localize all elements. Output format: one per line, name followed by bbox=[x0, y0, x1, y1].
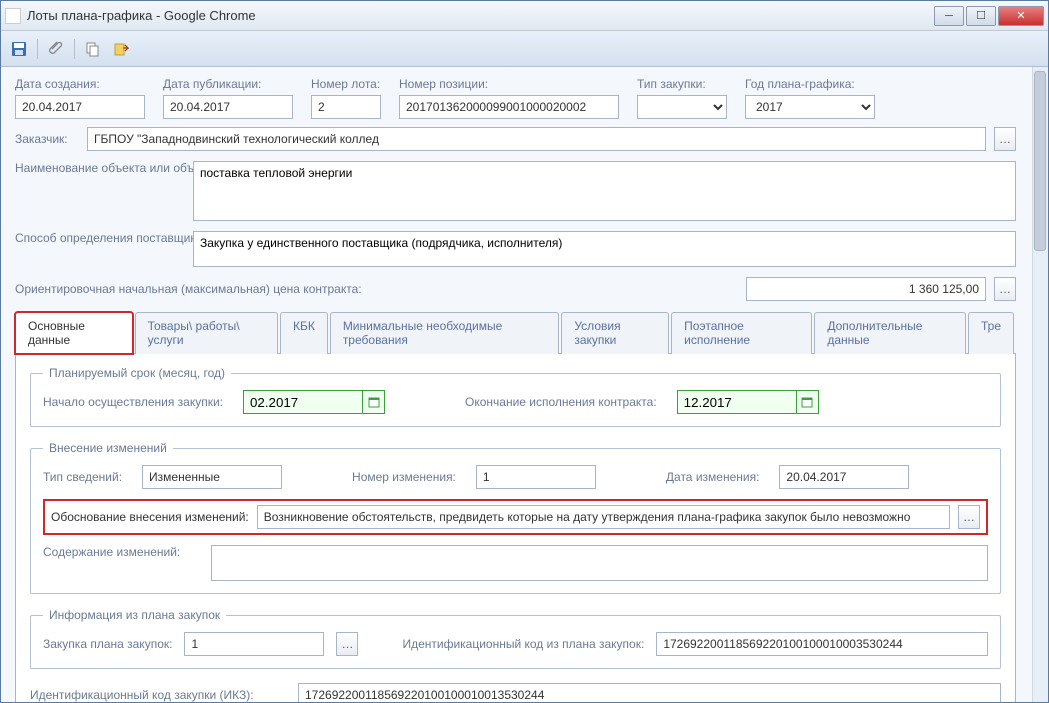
date-created-input[interactable] bbox=[15, 95, 145, 119]
titlebar: Лоты плана-графика - Google Chrome ─ ☐ ✕ bbox=[1, 1, 1048, 31]
export-icon[interactable] bbox=[111, 39, 131, 59]
contract-price-input[interactable] bbox=[746, 277, 986, 301]
scroll-thumb[interactable] bbox=[1034, 71, 1046, 251]
content-area: Дата создания: Дата публикации: Номер ло… bbox=[1, 67, 1048, 702]
ikz-input[interactable] bbox=[298, 683, 1001, 702]
maximize-button[interactable]: ☐ bbox=[966, 6, 996, 26]
ikz-label: Идентификационный код закупки (ИКЗ): bbox=[30, 688, 290, 702]
plan-info-group: Информация из плана закупок Закупка план… bbox=[30, 608, 1001, 669]
position-number-label: Номер позиции: bbox=[399, 77, 619, 91]
contract-price-button[interactable]: … bbox=[994, 277, 1016, 301]
change-date-input[interactable] bbox=[779, 465, 909, 489]
plan-id-code-input[interactable] bbox=[656, 632, 988, 656]
change-date-label: Дата изменения: bbox=[666, 470, 760, 484]
lot-number-input[interactable] bbox=[311, 95, 381, 119]
tab-phased[interactable]: Поэтапное исполнение bbox=[671, 312, 812, 354]
customer-lookup-button[interactable]: … bbox=[994, 127, 1016, 151]
change-type-input[interactable] bbox=[142, 465, 282, 489]
purchase-type-select[interactable] bbox=[637, 95, 727, 119]
scrollbar[interactable] bbox=[1032, 67, 1048, 702]
start-calendar-icon[interactable] bbox=[363, 390, 385, 414]
content-label: Содержание изменений: bbox=[43, 545, 203, 559]
attach-icon[interactable] bbox=[46, 39, 66, 59]
planned-legend: Планируемый срок (месяц, год) bbox=[43, 366, 231, 380]
contract-price-label: Ориентировочная начальная (максимальная)… bbox=[15, 282, 362, 296]
date-published-input[interactable] bbox=[163, 95, 293, 119]
toolbar bbox=[1, 31, 1048, 67]
customer-label: Заказчик: bbox=[15, 132, 79, 146]
minimize-button[interactable]: ─ bbox=[934, 6, 964, 26]
plan-purchase-lookup-button[interactable]: … bbox=[336, 632, 358, 656]
tabs: Основные данные Товары\ работы\ услуги К… bbox=[15, 311, 1016, 354]
plan-id-code-label: Идентификационный код из плана закупок: bbox=[402, 637, 644, 651]
tab-kbk[interactable]: КБК bbox=[280, 312, 328, 354]
date-created-label: Дата создания: bbox=[15, 77, 145, 91]
tab-tre[interactable]: Тре bbox=[968, 312, 1014, 354]
changes-group: Внесение изменений Тип сведений: Номер и… bbox=[30, 441, 1001, 594]
reason-label: Обоснование внесения изменений: bbox=[51, 510, 249, 524]
plan-purchase-label: Закупка плана закупок: bbox=[43, 637, 172, 651]
tab-main-data[interactable]: Основные данные bbox=[15, 312, 133, 354]
copy-icon[interactable] bbox=[83, 39, 103, 59]
change-number-label: Номер изменения: bbox=[352, 470, 456, 484]
customer-input[interactable] bbox=[87, 127, 986, 151]
reason-input[interactable] bbox=[257, 505, 950, 529]
planned-period-group: Планируемый срок (месяц, год) Начало осу… bbox=[30, 366, 1001, 427]
object-textarea[interactable]: поставка тепловой энергии bbox=[193, 161, 1016, 221]
tab-goods[interactable]: Товары\ работы\ услуги bbox=[135, 312, 278, 354]
page-favicon bbox=[5, 8, 21, 24]
tab-body: Планируемый срок (месяц, год) Начало осу… bbox=[15, 354, 1016, 702]
start-label: Начало осуществления закупки: bbox=[43, 395, 223, 409]
content-textarea[interactable] bbox=[211, 545, 988, 581]
end-label: Окончание исполнения контракта: bbox=[465, 395, 657, 409]
tab-min-req[interactable]: Минимальные необходимые требования bbox=[330, 312, 560, 354]
reason-highlight: Обоснование внесения изменений: … bbox=[43, 499, 988, 535]
close-button[interactable]: ✕ bbox=[998, 6, 1044, 26]
end-calendar-icon[interactable] bbox=[797, 390, 819, 414]
changes-legend: Внесение изменений bbox=[43, 441, 173, 455]
lot-number-label: Номер лота: bbox=[311, 77, 381, 91]
tab-additional[interactable]: Дополнительные данные bbox=[814, 312, 966, 354]
supplier-method-label: Способ определения поставщика (подрядчик… bbox=[15, 231, 185, 245]
supplier-method-textarea[interactable]: Закупка у единственного поставщика (подр… bbox=[193, 231, 1016, 267]
save-icon[interactable] bbox=[9, 39, 29, 59]
purchase-type-label: Тип закупки: bbox=[637, 77, 727, 91]
start-date-input[interactable] bbox=[243, 390, 363, 414]
object-label: Наименование объекта или объектов закупк… bbox=[15, 161, 185, 175]
reason-lookup-button[interactable]: … bbox=[958, 505, 980, 529]
plan-year-select[interactable]: 2017 bbox=[745, 95, 875, 119]
change-type-label: Тип сведений: bbox=[43, 470, 122, 484]
plan-purchase-input[interactable] bbox=[184, 632, 324, 656]
plan-year-label: Год плана-графика: bbox=[745, 77, 875, 91]
tab-conditions[interactable]: Условия закупки bbox=[561, 312, 669, 354]
window-title: Лоты плана-графика - Google Chrome bbox=[27, 8, 934, 23]
plan-info-legend: Информация из плана закупок bbox=[43, 608, 226, 622]
change-number-input[interactable] bbox=[476, 465, 596, 489]
date-published-label: Дата публикации: bbox=[163, 77, 293, 91]
position-number-input[interactable] bbox=[399, 95, 619, 119]
end-date-input[interactable] bbox=[677, 390, 797, 414]
app-window: Лоты плана-графика - Google Chrome ─ ☐ ✕ bbox=[0, 0, 1049, 703]
